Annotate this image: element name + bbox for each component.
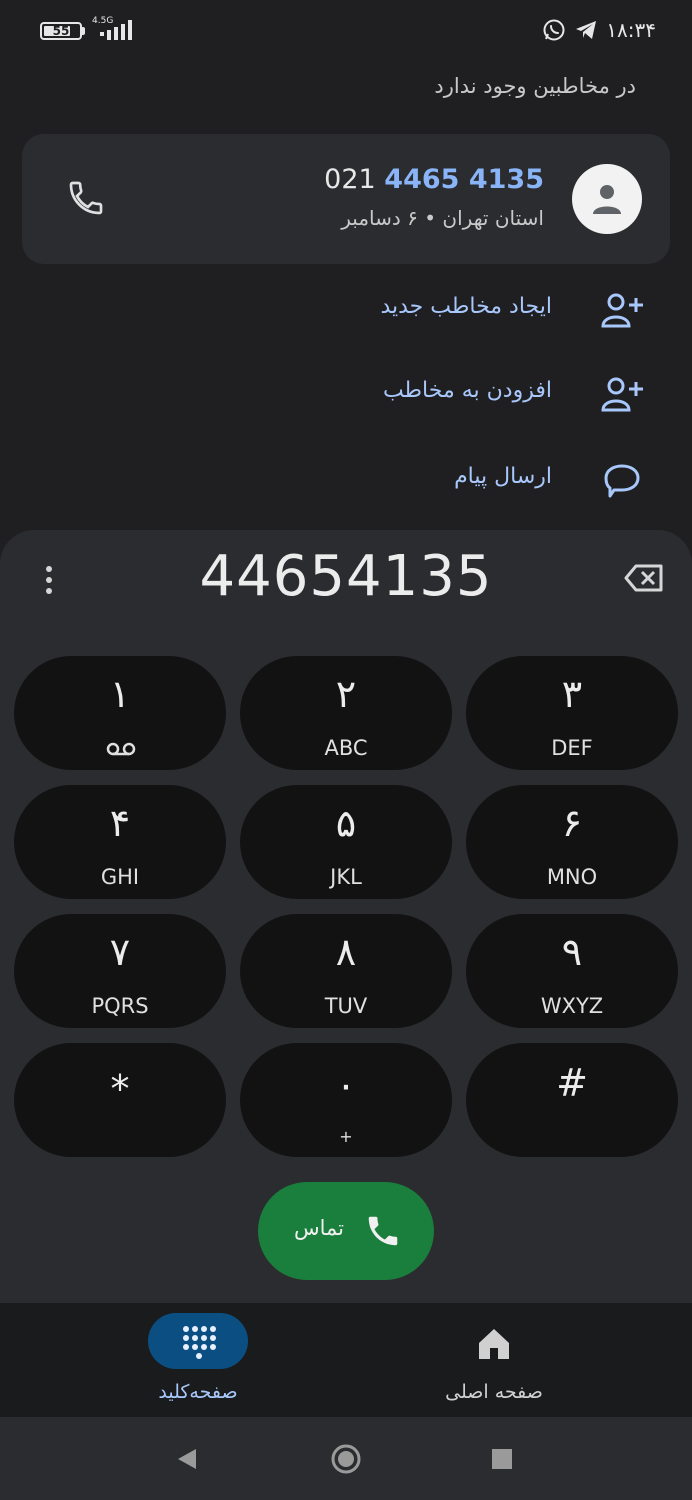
key-0-digit: ۰ bbox=[335, 1063, 357, 1107]
key-hash-symbol: # bbox=[556, 1061, 588, 1105]
person-icon bbox=[593, 185, 621, 214]
key-6-letters: MNO bbox=[546, 865, 598, 889]
key-8-digit: ۸ bbox=[335, 930, 357, 974]
create-new-contact-action[interactable]: ایجاد مخاطب جدید bbox=[0, 280, 692, 340]
number-highlight: 4465 4135 bbox=[384, 164, 544, 195]
key-9[interactable]: ۹ WXYZ bbox=[466, 914, 678, 1028]
key-9-letters: WXYZ bbox=[540, 994, 604, 1018]
voicemail-icon bbox=[106, 742, 136, 756]
battery-icon: 55 bbox=[40, 22, 82, 40]
key-3-letters: DEF bbox=[551, 736, 593, 760]
key-8-letters: TUV bbox=[324, 994, 368, 1018]
status-bar: 55 4.5G ۱۸:۳۴ bbox=[0, 0, 692, 62]
whatsapp-icon bbox=[543, 19, 565, 41]
result-location-date: استان تهران • ۶ دسامبر bbox=[341, 206, 544, 230]
create-new-contact-label: ایجاد مخاطب جدید bbox=[380, 294, 552, 319]
key-5[interactable]: ۵ JKL bbox=[240, 785, 452, 899]
key-1[interactable]: ۱ bbox=[14, 656, 226, 770]
key-3[interactable]: ۳ DEF bbox=[466, 656, 678, 770]
nav-keypad[interactable]: صفحه‌کلید bbox=[98, 1313, 298, 1413]
key-4-letters: GHI bbox=[100, 865, 140, 889]
nav-keypad-label: صفحه‌کلید bbox=[158, 1381, 238, 1403]
key-6-digit: ۶ bbox=[561, 801, 583, 845]
key-5-digit: ۵ bbox=[335, 801, 357, 845]
dialpad-sheet: 44654135 ۱ ۲ ABC ۳ DEF ۴ GHI ۵ JKL ۶ MNO… bbox=[0, 530, 692, 1305]
result-phone-number: 021 4465 4135 bbox=[324, 164, 544, 195]
key-3-digit: ۳ bbox=[561, 672, 583, 716]
send-message-label: ارسال پیام bbox=[454, 464, 552, 489]
nav-home[interactable]: صفحه اصلی bbox=[394, 1313, 594, 1413]
key-2[interactable]: ۲ ABC bbox=[240, 656, 452, 770]
add-to-contact-label: افزودن به مخاطب bbox=[382, 378, 552, 403]
key-0[interactable]: ۰ + bbox=[240, 1043, 452, 1157]
call-button-label: تماس bbox=[293, 1216, 344, 1240]
key-7-letters: PQRS bbox=[91, 994, 149, 1018]
key-star-symbol: * bbox=[110, 1067, 130, 1111]
add-to-contact-action[interactable]: افزودن به مخاطب bbox=[0, 364, 692, 424]
key-hash[interactable]: # bbox=[466, 1043, 678, 1157]
key-0-plus: + bbox=[339, 1127, 353, 1146]
system-navigation-bar bbox=[0, 1417, 692, 1500]
key-4[interactable]: ۴ GHI bbox=[14, 785, 226, 899]
clock: ۱۸:۳۴ bbox=[606, 18, 656, 42]
not-in-contacts-label: در مخاطبین وجود ندارد bbox=[434, 74, 636, 98]
key-6[interactable]: ۶ MNO bbox=[466, 785, 678, 899]
recents-icon[interactable] bbox=[486, 1443, 518, 1475]
key-8[interactable]: ۸ TUV bbox=[240, 914, 452, 1028]
phone-icon bbox=[368, 1216, 398, 1246]
home-icon bbox=[479, 1329, 509, 1359]
call-button[interactable]: تماس bbox=[258, 1182, 434, 1280]
nav-home-label: صفحه اصلی bbox=[445, 1381, 543, 1403]
phone-icon[interactable] bbox=[66, 178, 106, 218]
key-7-digit: ۷ bbox=[109, 930, 131, 974]
bottom-navigation: صفحه‌کلید صفحه اصلی bbox=[0, 1303, 692, 1417]
add-person-icon bbox=[601, 293, 643, 328]
number-prefix: 021 bbox=[324, 164, 376, 195]
dialpad-icon bbox=[183, 1326, 216, 1359]
message-icon bbox=[604, 464, 640, 498]
key-star[interactable]: * bbox=[14, 1043, 226, 1157]
back-icon[interactable] bbox=[172, 1443, 204, 1475]
key-1-digit: ۱ bbox=[109, 672, 131, 716]
key-9-digit: ۹ bbox=[561, 930, 583, 974]
battery-tip bbox=[82, 27, 85, 35]
key-2-digit: ۲ bbox=[335, 672, 357, 716]
battery-level: 55 bbox=[52, 24, 70, 38]
home-button-icon[interactable] bbox=[330, 1443, 362, 1475]
backspace-icon[interactable] bbox=[624, 562, 664, 594]
dialed-number[interactable]: 44654135 bbox=[0, 544, 692, 609]
send-message-action[interactable]: ارسال پیام bbox=[0, 450, 692, 510]
key-5-letters: JKL bbox=[330, 865, 362, 889]
key-7[interactable]: ۷ PQRS bbox=[14, 914, 226, 1028]
telegram-icon bbox=[576, 21, 597, 39]
signal-icon bbox=[100, 20, 132, 40]
avatar bbox=[572, 164, 642, 234]
search-result-card[interactable]: 021 4465 4135 استان تهران • ۶ دسامبر bbox=[22, 134, 670, 264]
key-2-letters: ABC bbox=[324, 736, 368, 760]
add-person-icon bbox=[601, 377, 643, 412]
key-4-digit: ۴ bbox=[109, 801, 131, 845]
